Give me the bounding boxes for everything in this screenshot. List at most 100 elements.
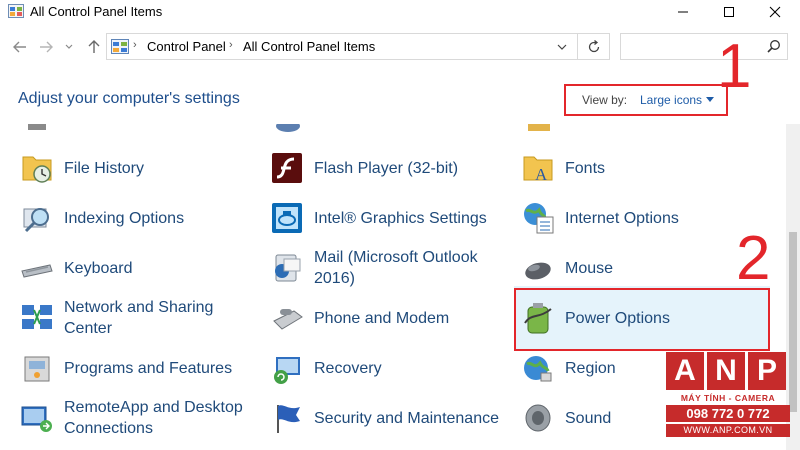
item-label: Network and Sharing	[64, 299, 214, 316]
item-indexing-options[interactable]: Indexing Options	[20, 195, 250, 243]
anp-letter-n: N	[707, 352, 745, 390]
internet-options-icon	[521, 201, 555, 235]
back-arrow-icon	[13, 41, 26, 53]
svg-text:A: A	[535, 165, 548, 184]
breadcrumb-control-panel[interactable]: Control Panel	[147, 39, 226, 54]
keyboard-icon	[20, 251, 54, 285]
recovery-icon	[270, 351, 304, 385]
page-heading: Adjust your computer's settings	[18, 90, 240, 107]
mouse-icon	[521, 251, 555, 285]
anp-watermark-logo: A N P MÁY TÍNH - CAMERA 098 772 0 772 WW…	[666, 352, 790, 442]
highlight-box-power-options	[514, 288, 770, 351]
security-maintenance-icon	[270, 401, 304, 435]
anp-phone: 098 772 0 772	[666, 405, 790, 422]
phone-modem-icon	[270, 301, 304, 335]
item-security-maintenance[interactable]: Security and Maintenance	[270, 395, 510, 443]
anp-tagline: MÁY TÍNH - CAMERA	[680, 393, 776, 403]
item-recovery[interactable]: Recovery	[270, 345, 510, 393]
search-input[interactable]	[620, 33, 788, 60]
item-file-history[interactable]: File History	[20, 145, 250, 193]
item-label: File History	[64, 160, 145, 177]
item-label: Recovery	[314, 360, 382, 377]
forward-arrow-icon	[40, 41, 53, 53]
item-label-line-2: Connections	[64, 420, 153, 437]
scrollbar-thumb[interactable]	[789, 232, 797, 412]
item-mail[interactable]: Mail (Microsoft Outlook 2016)	[270, 245, 510, 293]
anp-website: WWW.ANP.COM.VN	[666, 424, 790, 437]
search-icon[interactable]	[767, 39, 781, 58]
item-label: RemoteApp and Desktop	[64, 399, 243, 416]
chevron-down-icon	[557, 44, 567, 50]
programs-features-icon	[20, 351, 54, 385]
intel-graphics-icon	[270, 201, 304, 235]
item-label: Programs and Features	[64, 360, 233, 377]
chevron-down-icon	[65, 44, 73, 49]
item-programs-features[interactable]: Programs and Features	[20, 345, 250, 393]
sound-icon	[521, 401, 555, 435]
item-label: Internet Options	[565, 210, 679, 227]
navigation-bar: › Control Panel › All Control Panel Item…	[0, 24, 800, 70]
item-label: Mouse	[565, 260, 614, 277]
anp-letters: A N P	[666, 352, 790, 390]
up-button[interactable]	[84, 37, 104, 57]
refresh-icon	[588, 39, 599, 52]
breadcrumb-separator-icon[interactable]: ›	[133, 39, 137, 51]
item-label: Fonts	[565, 160, 606, 177]
remoteapp-icon	[20, 401, 54, 435]
breadcrumb-separator-icon[interactable]: ›	[229, 39, 233, 51]
minimize-button[interactable]	[660, 0, 706, 24]
item-label: Keyboard	[64, 260, 133, 277]
item-label: Flash Player (32-bit)	[314, 160, 459, 177]
close-button[interactable]	[752, 0, 798, 24]
item-label: Region	[565, 360, 616, 377]
item-label: Intel® Graphics Settings	[314, 210, 487, 227]
annotation-number-2: 2	[736, 224, 771, 293]
item-intel-graphics[interactable]: Intel® Graphics Settings	[270, 195, 510, 243]
address-dropdown-button[interactable]	[551, 36, 573, 58]
recent-locations-button[interactable]	[62, 37, 76, 57]
maximize-button[interactable]	[706, 0, 752, 24]
anp-letter-a: A	[666, 352, 704, 390]
forward-button[interactable]	[36, 37, 56, 57]
item-label-line-2: Center	[64, 320, 113, 337]
item-label: Sound	[565, 410, 612, 427]
indexing-options-icon	[20, 201, 54, 235]
network-sharing-icon	[20, 301, 54, 335]
anp-letter-p: P	[748, 352, 786, 390]
item-label: Security and Maintenance	[314, 410, 499, 427]
item-mouse[interactable]: Mouse	[521, 245, 761, 293]
annotation-number-1: 1	[717, 32, 752, 101]
title-bar: All Control Panel Items	[0, 0, 800, 24]
minimize-icon	[678, 11, 688, 13]
address-bar[interactable]: › Control Panel › All Control Panel Item…	[106, 33, 610, 60]
partial-icon	[528, 124, 550, 131]
item-internet-options[interactable]: Internet Options	[521, 195, 761, 243]
maximize-icon	[724, 7, 734, 17]
file-history-icon	[20, 151, 54, 185]
item-label: Mail (Microsoft Outlook	[314, 249, 478, 266]
region-icon	[521, 351, 555, 385]
item-network-sharing[interactable]: Network and Sharing Center	[20, 295, 250, 343]
refresh-button[interactable]	[577, 34, 609, 59]
breadcrumb-all-items[interactable]: All Control Panel Items	[243, 39, 375, 54]
partial-icon	[276, 124, 300, 132]
item-flash-player[interactable]: Flash Player (32-bit)	[270, 145, 510, 193]
item-keyboard[interactable]: Keyboard	[20, 245, 250, 293]
fonts-icon: A	[521, 151, 555, 185]
control-panel-icon	[111, 39, 129, 54]
control-panel-icon	[8, 4, 24, 18]
item-label-line-2: 2016)	[314, 270, 355, 287]
partial-icon	[28, 124, 46, 130]
item-label: Indexing Options	[64, 210, 185, 227]
item-remoteapp[interactable]: RemoteApp and Desktop Connections	[20, 395, 250, 443]
item-phone-modem[interactable]: Phone and Modem	[270, 295, 510, 343]
close-icon	[769, 6, 781, 18]
flash-player-icon	[270, 151, 304, 185]
item-label: Phone and Modem	[314, 310, 450, 327]
item-fonts[interactable]: A Fonts	[521, 145, 761, 193]
up-arrow-icon	[88, 40, 100, 53]
back-button[interactable]	[10, 37, 30, 57]
highlight-box-view-by	[564, 84, 728, 116]
window-title: All Control Panel Items	[30, 4, 163, 19]
mail-icon	[270, 251, 304, 285]
